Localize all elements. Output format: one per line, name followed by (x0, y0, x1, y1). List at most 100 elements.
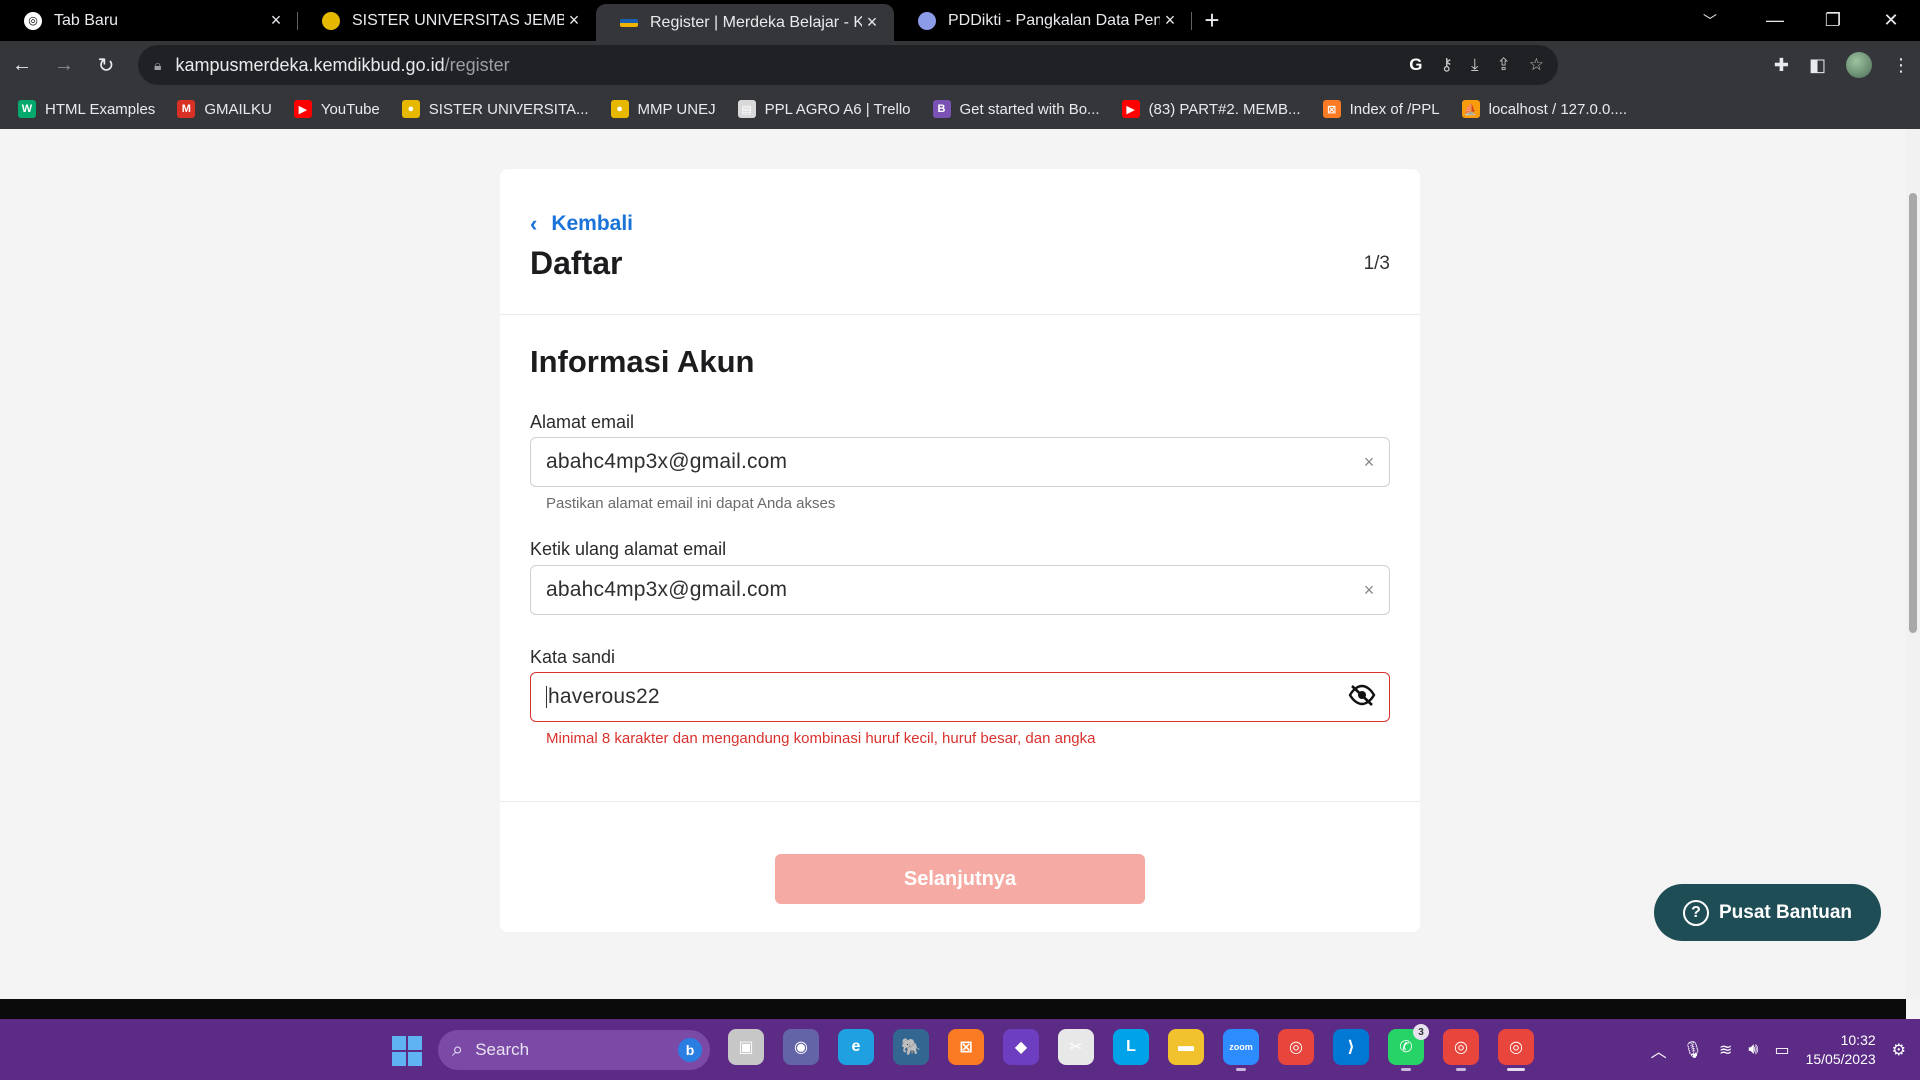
bookmark-item[interactable]: ▤ PPL AGRO A6 | Trello (737, 100, 911, 118)
email-confirm-field[interactable]: abahc4mp3x@gmail.com × (530, 565, 1390, 615)
clock[interactable]: 10:32 15/05/2023 (1806, 1031, 1876, 1069)
chrome-profile-icon[interactable]: ◎ (1443, 1029, 1479, 1071)
tab-pddikti[interactable]: PDDikti - Pangkalan Data Pendid × (894, 0, 1192, 41)
bookmark-item[interactable]: ▶ YouTube (293, 100, 380, 118)
clock-date: 15/05/2023 (1805, 1050, 1876, 1067)
chrome-icon[interactable]: ◎ (1278, 1029, 1314, 1065)
password-label: Kata sandi (530, 647, 616, 667)
xampp-icon[interactable]: ⊠ (948, 1029, 984, 1065)
bookmark-item[interactable]: ⊠ Index of /PPL (1322, 100, 1440, 118)
help-question-icon: ? (1682, 899, 1709, 926)
back-arrow-icon[interactable]: ← (2, 45, 42, 85)
back-link[interactable]: ‹ Kembali (530, 211, 633, 237)
clear-email-confirm-icon[interactable]: × (1349, 580, 1389, 601)
notification-icon[interactable]: ⚙ (1892, 1040, 1906, 1060)
tab-search-chevron-icon[interactable]: ﹀ (1690, 0, 1730, 41)
kampus-merdeka-icon (620, 18, 638, 27)
tab-title: Tab Baru (54, 11, 119, 29)
page-title: Daftar (530, 245, 623, 281)
teams-chat-icon[interactable]: ◉ (783, 1029, 819, 1065)
trello-icon: ▤ (737, 100, 756, 118)
launcher-l-icon[interactable]: L (1113, 1029, 1149, 1065)
bookmark-item[interactable]: W HTML Examples (18, 100, 155, 118)
search-label: Search (475, 1040, 530, 1059)
extensions-puzzle-icon[interactable]: ✚ (1774, 55, 1789, 76)
bookmark-item[interactable]: ▶ (83) PART#2. MEMB... (1121, 100, 1301, 118)
help-center-button[interactable]: ? Pusat Bantuan (1654, 884, 1881, 941)
url-host: kampusmerdeka.kemdikbud.go.id (175, 54, 445, 75)
zoom-icon[interactable]: zoom (1223, 1029, 1259, 1071)
bookmark-label: YouTube (320, 100, 380, 118)
chevron-up-icon[interactable]: ︿ (1651, 1038, 1667, 1062)
bookmark-item[interactable]: ⛵ localhost / 127.0.0.... (1461, 100, 1627, 118)
visual-studio-icon[interactable]: ◆ (1003, 1029, 1039, 1065)
address-bar[interactable]: 🔒︎ kampusmerdeka.kemdikbud.go.id/registe… (138, 45, 1558, 85)
tab-new-tab[interactable]: ◎ Tab Baru × (0, 0, 298, 41)
bookmark-star-icon[interactable]: ☆ (1529, 55, 1544, 75)
reload-icon[interactable]: ↻ (86, 45, 126, 85)
next-button[interactable]: Selanjutnya (775, 854, 1145, 904)
bookmark-item[interactable]: ● SISTER UNIVERSITA... (401, 100, 589, 118)
clear-email-icon[interactable]: × (1349, 452, 1389, 473)
google-lens-icon[interactable]: G (1409, 55, 1422, 75)
clock-time: 10:32 (1840, 1031, 1876, 1048)
restore-icon[interactable]: ❐ (1804, 0, 1862, 41)
w3schools-icon: W (18, 100, 36, 118)
side-panel-icon[interactable]: ◧ (1809, 55, 1826, 76)
email-label: Alamat email (530, 412, 635, 432)
taskbar-search[interactable]: ⌕ Search b (438, 1030, 710, 1070)
page-bottom-band (0, 999, 1906, 1019)
close-tab-icon[interactable]: × (266, 10, 286, 31)
new-tab-button[interactable]: + (1192, 0, 1232, 41)
gmail-icon: M (177, 100, 196, 118)
snipping-tool-icon[interactable]: ✂ (1058, 1029, 1094, 1065)
tab-sister-unej[interactable]: SISTER UNIVERSITAS JEMBER × (298, 0, 596, 41)
tab-register-merdeka[interactable]: Register | Merdeka Belajar - Kam × (596, 4, 894, 41)
bookmark-item[interactable]: ● MMP UNEJ (610, 100, 716, 118)
windows-start-icon[interactable] (392, 1036, 422, 1066)
email-value: abahc4mp3x@gmail.com (546, 450, 788, 473)
text-caret (546, 686, 547, 709)
page-scrollbar[interactable] (1906, 129, 1920, 999)
menu-kebab-icon[interactable]: ⋮ (1892, 55, 1910, 76)
youtube-icon: ▶ (293, 100, 312, 118)
postgresql-icon[interactable]: 🐘 (893, 1029, 929, 1065)
task-view-icon[interactable]: ▣ (728, 1029, 764, 1065)
bing-icon[interactable]: b (678, 1038, 702, 1062)
bookmark-item[interactable]: B Get started with Bo... (932, 100, 1100, 118)
share-icon[interactable]: ⇪ (1497, 55, 1511, 75)
bookmark-item[interactable]: M GMAILKU (177, 100, 272, 118)
phpmyadmin-icon: ⛵ (1461, 100, 1480, 118)
file-explorer-icon[interactable]: ▬ (1168, 1029, 1204, 1065)
window-controls: — ❐ ✕ (1746, 0, 1920, 41)
key-icon[interactable]: ⚷ (1441, 55, 1453, 75)
email-confirm-value: abahc4mp3x@gmail.com (546, 578, 788, 601)
close-tab-icon[interactable]: × (564, 10, 584, 31)
eye-off-icon[interactable] (1335, 684, 1389, 711)
email-field[interactable]: abahc4mp3x@gmail.com × (530, 437, 1390, 487)
close-window-icon[interactable]: ✕ (1862, 0, 1920, 41)
chevron-left-icon: ‹ (530, 211, 538, 236)
edge-icon[interactable]: e (838, 1029, 874, 1065)
bookmark-label: HTML Examples (45, 100, 156, 118)
lock-icon[interactable]: 🔒︎ (154, 57, 161, 74)
wifi-icon[interactable]: ≋ (1719, 1040, 1732, 1060)
microphone-icon[interactable]: 🎙︎ (1683, 1040, 1703, 1060)
vscode-icon[interactable]: ⟩ (1333, 1029, 1369, 1065)
password-field[interactable]: haverous22 (530, 672, 1390, 722)
battery-icon[interactable]: ▭ (1774, 1040, 1789, 1060)
volume-icon[interactable]: 🔊︎ (1748, 1041, 1758, 1059)
profile-avatar[interactable] (1846, 52, 1872, 78)
password-error: Minimal 8 karakter dan mengandung kombin… (546, 730, 1096, 747)
bookmark-label: (83) PART#2. MEMB... (1148, 100, 1301, 118)
close-tab-icon[interactable]: × (1160, 10, 1180, 31)
scrollbar-thumb[interactable] (1909, 193, 1917, 633)
close-tab-icon[interactable]: × (862, 12, 882, 33)
minimize-icon[interactable]: — (1746, 0, 1804, 41)
forward-arrow-icon[interactable]: → (44, 45, 84, 85)
install-app-icon[interactable]: ⤓ (1471, 55, 1479, 75)
chrome-profile-icon[interactable]: ◎ (1498, 1029, 1534, 1071)
whatsapp-icon[interactable]: ✆ 3 (1388, 1024, 1429, 1071)
bootstrap-icon: B (932, 100, 951, 118)
tab-separator (1191, 12, 1192, 30)
